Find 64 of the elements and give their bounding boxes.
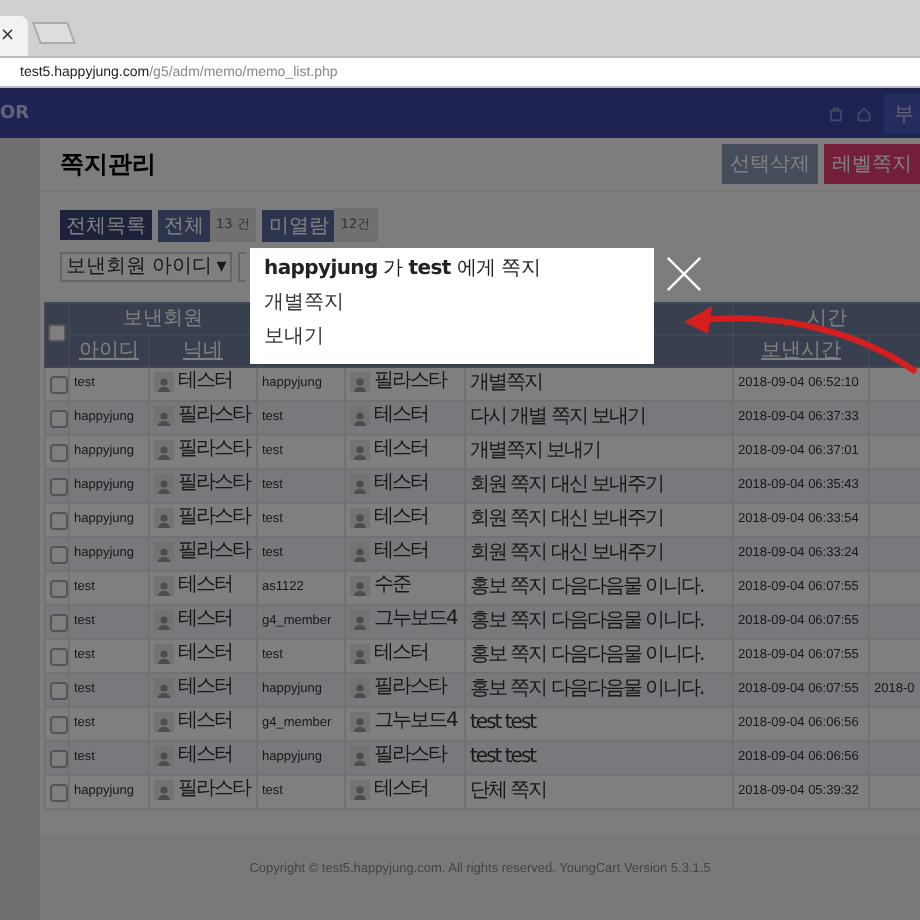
nav-button[interactable]: 부: [884, 93, 920, 133]
table-cell: 테스터: [178, 675, 232, 699]
table-cell: 테스터: [178, 573, 232, 597]
table-cell: 테스터: [178, 641, 232, 665]
table-cell: 그누보드4: [374, 709, 457, 733]
table-cell: 테스터: [178, 369, 232, 393]
row-checkbox[interactable]: [50, 546, 67, 565]
bag-icon[interactable]: [828, 105, 844, 121]
table-cell: 필라스타: [178, 539, 250, 563]
count-label: 전체: [158, 209, 210, 241]
row-checkbox[interactable]: [50, 716, 67, 735]
table-cell: 수준: [374, 573, 410, 597]
table-cell[interactable]: 개별쪽지: [470, 372, 542, 394]
table-cell: 필라스타: [374, 369, 446, 393]
browser-tab[interactable]: ×: [0, 16, 28, 56]
count-label: 미열람: [262, 209, 335, 241]
table-cell: 필라스타: [178, 437, 250, 461]
table-cell: 테스터: [374, 539, 428, 563]
table-cell: 필라스타: [178, 777, 250, 801]
row-checkbox[interactable]: [50, 580, 67, 599]
table-cell[interactable]: test test: [470, 712, 536, 734]
all-list-button[interactable]: 전체목록: [60, 210, 152, 240]
select-all-checkbox[interactable]: [48, 324, 66, 343]
table-cell: 테스터: [178, 607, 232, 631]
row-checkbox[interactable]: [50, 750, 67, 769]
table-cell: 테스터: [178, 709, 232, 733]
memo-text: 개별쪽지: [264, 290, 344, 316]
table-cell: 필라스타: [374, 675, 446, 699]
table-cell: 필라스타: [178, 403, 250, 427]
table-cell: 테스터: [374, 777, 428, 801]
row-checkbox[interactable]: [50, 478, 67, 497]
row-checkbox[interactable]: [50, 410, 67, 429]
row-checkbox[interactable]: [50, 682, 67, 701]
table-cell: 필라스타: [374, 743, 446, 767]
table-cell: 테스터: [374, 505, 428, 529]
tab-close-button[interactable]: ×: [0, 26, 16, 46]
column-group-header: 시간: [807, 307, 848, 329]
table-cell[interactable]: 단체 쪽지: [470, 780, 547, 802]
table-cell: 테스터: [374, 641, 428, 665]
row-checkbox[interactable]: [50, 784, 67, 803]
row-checkbox[interactable]: [50, 512, 67, 531]
table-cell: 테스터: [374, 471, 428, 495]
table-cell[interactable]: test test: [470, 746, 536, 768]
table-cell: 그누보드4: [374, 607, 457, 631]
page-title: 쪽지관리: [60, 147, 156, 181]
row-checkbox[interactable]: [50, 444, 67, 463]
row-checkbox[interactable]: [50, 614, 67, 633]
table-cell: 테스터: [178, 743, 232, 767]
column-group-header: 보낸회원: [123, 307, 203, 329]
row-checkbox[interactable]: [50, 376, 67, 395]
table-cell: 테스터: [374, 437, 428, 461]
table-cell: 필라스타: [178, 471, 250, 495]
close-icon[interactable]: [666, 256, 702, 292]
search-input[interactable]: [238, 252, 247, 282]
action-button[interactable]: 레벨쪽지: [824, 144, 920, 184]
home-icon[interactable]: [856, 105, 872, 121]
table-cell: 필라스타: [178, 505, 250, 529]
table-cell: 테스터: [374, 403, 428, 427]
new-tab-button[interactable]: [32, 22, 76, 44]
search-field-select[interactable]: 보낸회원 아이디 ▾: [60, 252, 233, 282]
modal-title: happyjung 가 test 에게 쪽지: [264, 256, 540, 282]
logo-text: OR: [0, 103, 30, 123]
row-checkbox[interactable]: [50, 648, 67, 667]
send-link[interactable]: 보내기: [264, 324, 324, 350]
